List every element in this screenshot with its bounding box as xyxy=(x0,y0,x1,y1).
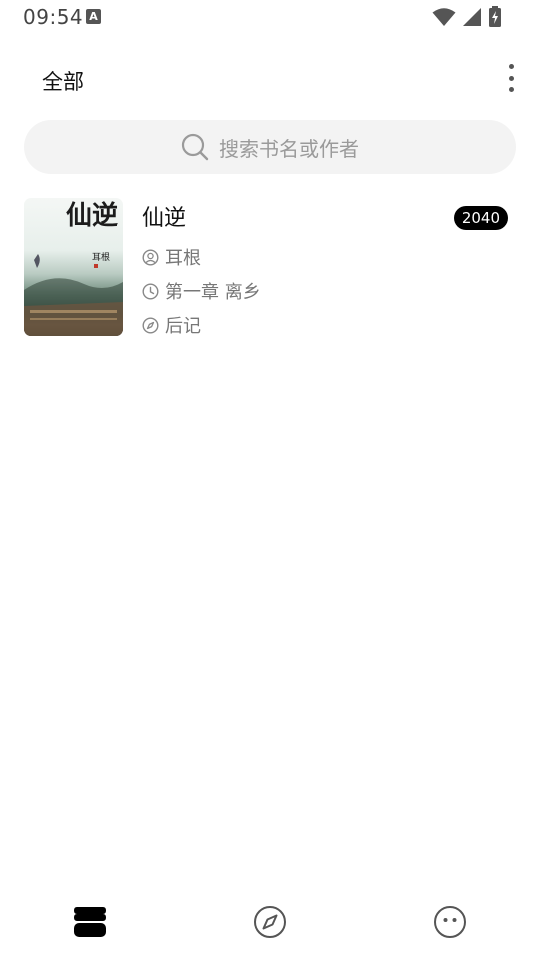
book-author-row: 耳根 xyxy=(142,244,201,270)
author-icon xyxy=(142,248,159,266)
book-cover[interactable]: 仙逆 耳根 xyxy=(24,198,123,336)
clock-icon xyxy=(142,282,159,300)
latest-chapter-row: 第一章 离乡 xyxy=(142,278,261,304)
last-read-row: 后记 xyxy=(142,312,201,338)
unread-count-badge: 2040 xyxy=(453,206,508,230)
nav-explore[interactable] xyxy=(240,890,300,954)
more-dot xyxy=(508,64,514,69)
top-bar: 全部 xyxy=(0,50,540,110)
latest-chapter: 第一章 离乡 xyxy=(165,282,261,303)
app-screen: 09:54 A 全部 搜索书名或作者 仙逆 耳根 仙逆 2040 耳根 第一章 … xyxy=(0,0,540,960)
status-icons xyxy=(432,6,502,28)
compass-small-icon xyxy=(142,316,159,334)
group-filter-title[interactable]: 全部 xyxy=(42,66,84,96)
compass-icon xyxy=(254,906,286,938)
nav-bookshelf[interactable] xyxy=(60,890,120,954)
search-placeholder: 搜索书名或作者 xyxy=(219,136,359,161)
book-list-item[interactable]: 仙逆 耳根 仙逆 2040 耳根 第一章 离乡 后记 xyxy=(24,198,516,338)
last-read-chapter: 后记 xyxy=(165,316,201,337)
signal-icon xyxy=(463,8,481,26)
status-time: 09:54 xyxy=(23,5,84,29)
wifi-icon xyxy=(432,8,456,26)
nav-mine[interactable] xyxy=(420,890,480,954)
bottom-navigation xyxy=(0,890,540,954)
search-icon xyxy=(181,133,209,161)
status-bar: 09:54 A xyxy=(0,0,540,34)
more-dot xyxy=(508,87,514,92)
bookshelf-icon xyxy=(74,907,106,937)
more-vert-icon[interactable] xyxy=(504,64,518,92)
keyboard-indicator-icon: A xyxy=(86,9,101,24)
book-title: 仙逆 xyxy=(142,206,187,231)
battery-charging-icon xyxy=(489,6,501,27)
book-cover-art: 仙逆 耳根 xyxy=(24,200,123,336)
book-author: 耳根 xyxy=(165,248,201,269)
cover-author: 耳根 xyxy=(92,251,110,263)
book-info: 仙逆 2040 耳根 第一章 离乡 后记 xyxy=(142,198,516,338)
smiley-icon xyxy=(434,906,466,938)
cover-title-1: 仙逆 xyxy=(66,200,118,231)
more-dot xyxy=(508,75,514,81)
search-bar[interactable]: 搜索书名或作者 xyxy=(24,120,516,174)
